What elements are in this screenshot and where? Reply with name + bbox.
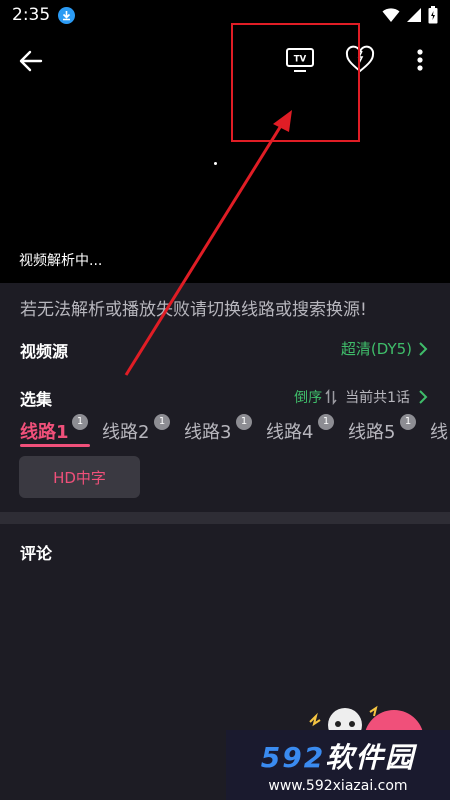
player-top-bar: TV (0, 38, 450, 82)
sort-icon (325, 389, 337, 405)
line-tab-badge: 1 (318, 414, 334, 430)
line-tab-label: 线路5 (348, 422, 396, 443)
episodes-meta: 倒序 当前共1话 (294, 387, 428, 407)
tv-cast-button[interactable]: TV (284, 45, 316, 75)
wifi-icon (382, 8, 400, 22)
line-tab-label: 线路1 (20, 422, 69, 443)
line-tab-label: 线路3 (184, 422, 232, 443)
download-icon (58, 6, 76, 24)
video-source-label: 视频源 (20, 342, 69, 361)
tv-icon: TV (286, 48, 314, 72)
line-tab-label: 线路2 (102, 422, 150, 443)
episodes-label: 选集 (20, 390, 53, 409)
signal-icon (407, 8, 421, 22)
switch-line-notice: 若无法解析或播放失败请切换线路或搜索换源! (20, 300, 367, 320)
episode-count[interactable]: 当前共1话 (345, 387, 410, 407)
favorite-button[interactable] (344, 44, 376, 76)
episode-chip-hd[interactable]: HD中字 (19, 456, 140, 498)
site-watermark: 592软件园 www.592xiazai.com (226, 730, 450, 800)
line-tab-2[interactable]: 线路2 1 (102, 414, 184, 454)
status-bar: 2:35 (0, 0, 450, 30)
back-button[interactable] (16, 46, 46, 76)
line-tab-6[interactable]: 线 (430, 414, 450, 454)
line-tab-1[interactable]: 线路1 1 (20, 414, 102, 454)
line-tabs: 线路1 1 线路2 1 线路3 1 线路4 1 线路5 1 线 (20, 414, 450, 454)
video-source-value: 超清(DY5) (340, 340, 412, 358)
battery-icon (428, 6, 438, 24)
heart-icon (345, 45, 375, 73)
line-tab-badge: 1 (154, 414, 170, 430)
watermark-url: www.592xiazai.com (268, 778, 408, 794)
parse-status-text: 视频解析中... (19, 253, 103, 269)
more-vert-icon (417, 49, 423, 71)
line-tab-5[interactable]: 线路5 1 (348, 414, 430, 454)
status-time: 2:35 (12, 5, 51, 25)
chevron-right-icon (419, 341, 428, 356)
video-source-selector[interactable]: 超清(DY5) (341, 338, 428, 359)
active-tab-underline (20, 444, 90, 447)
sort-order-label: 倒序 (294, 390, 323, 406)
line-tab-badge: 1 (400, 414, 416, 430)
line-tab-label: 线 (430, 422, 448, 443)
svg-text:TV: TV (294, 55, 307, 65)
watermark-logo: 592软件园 (260, 741, 416, 774)
more-options-button[interactable] (408, 44, 432, 76)
line-tab-badge: 1 (72, 414, 88, 430)
line-tab-label: 线路4 (266, 422, 314, 443)
comments-label: 评论 (20, 544, 53, 563)
section-divider (0, 512, 450, 524)
status-icons (382, 6, 438, 24)
line-tab-3[interactable]: 线路3 1 (184, 414, 266, 454)
loading-indicator (214, 162, 217, 165)
sort-order-toggle[interactable]: 倒序 (294, 387, 337, 407)
arrow-left-icon (19, 50, 43, 72)
chevron-right-icon[interactable] (418, 389, 428, 405)
line-tab-badge: 1 (236, 414, 252, 430)
line-tab-4[interactable]: 线路4 1 (266, 414, 348, 454)
